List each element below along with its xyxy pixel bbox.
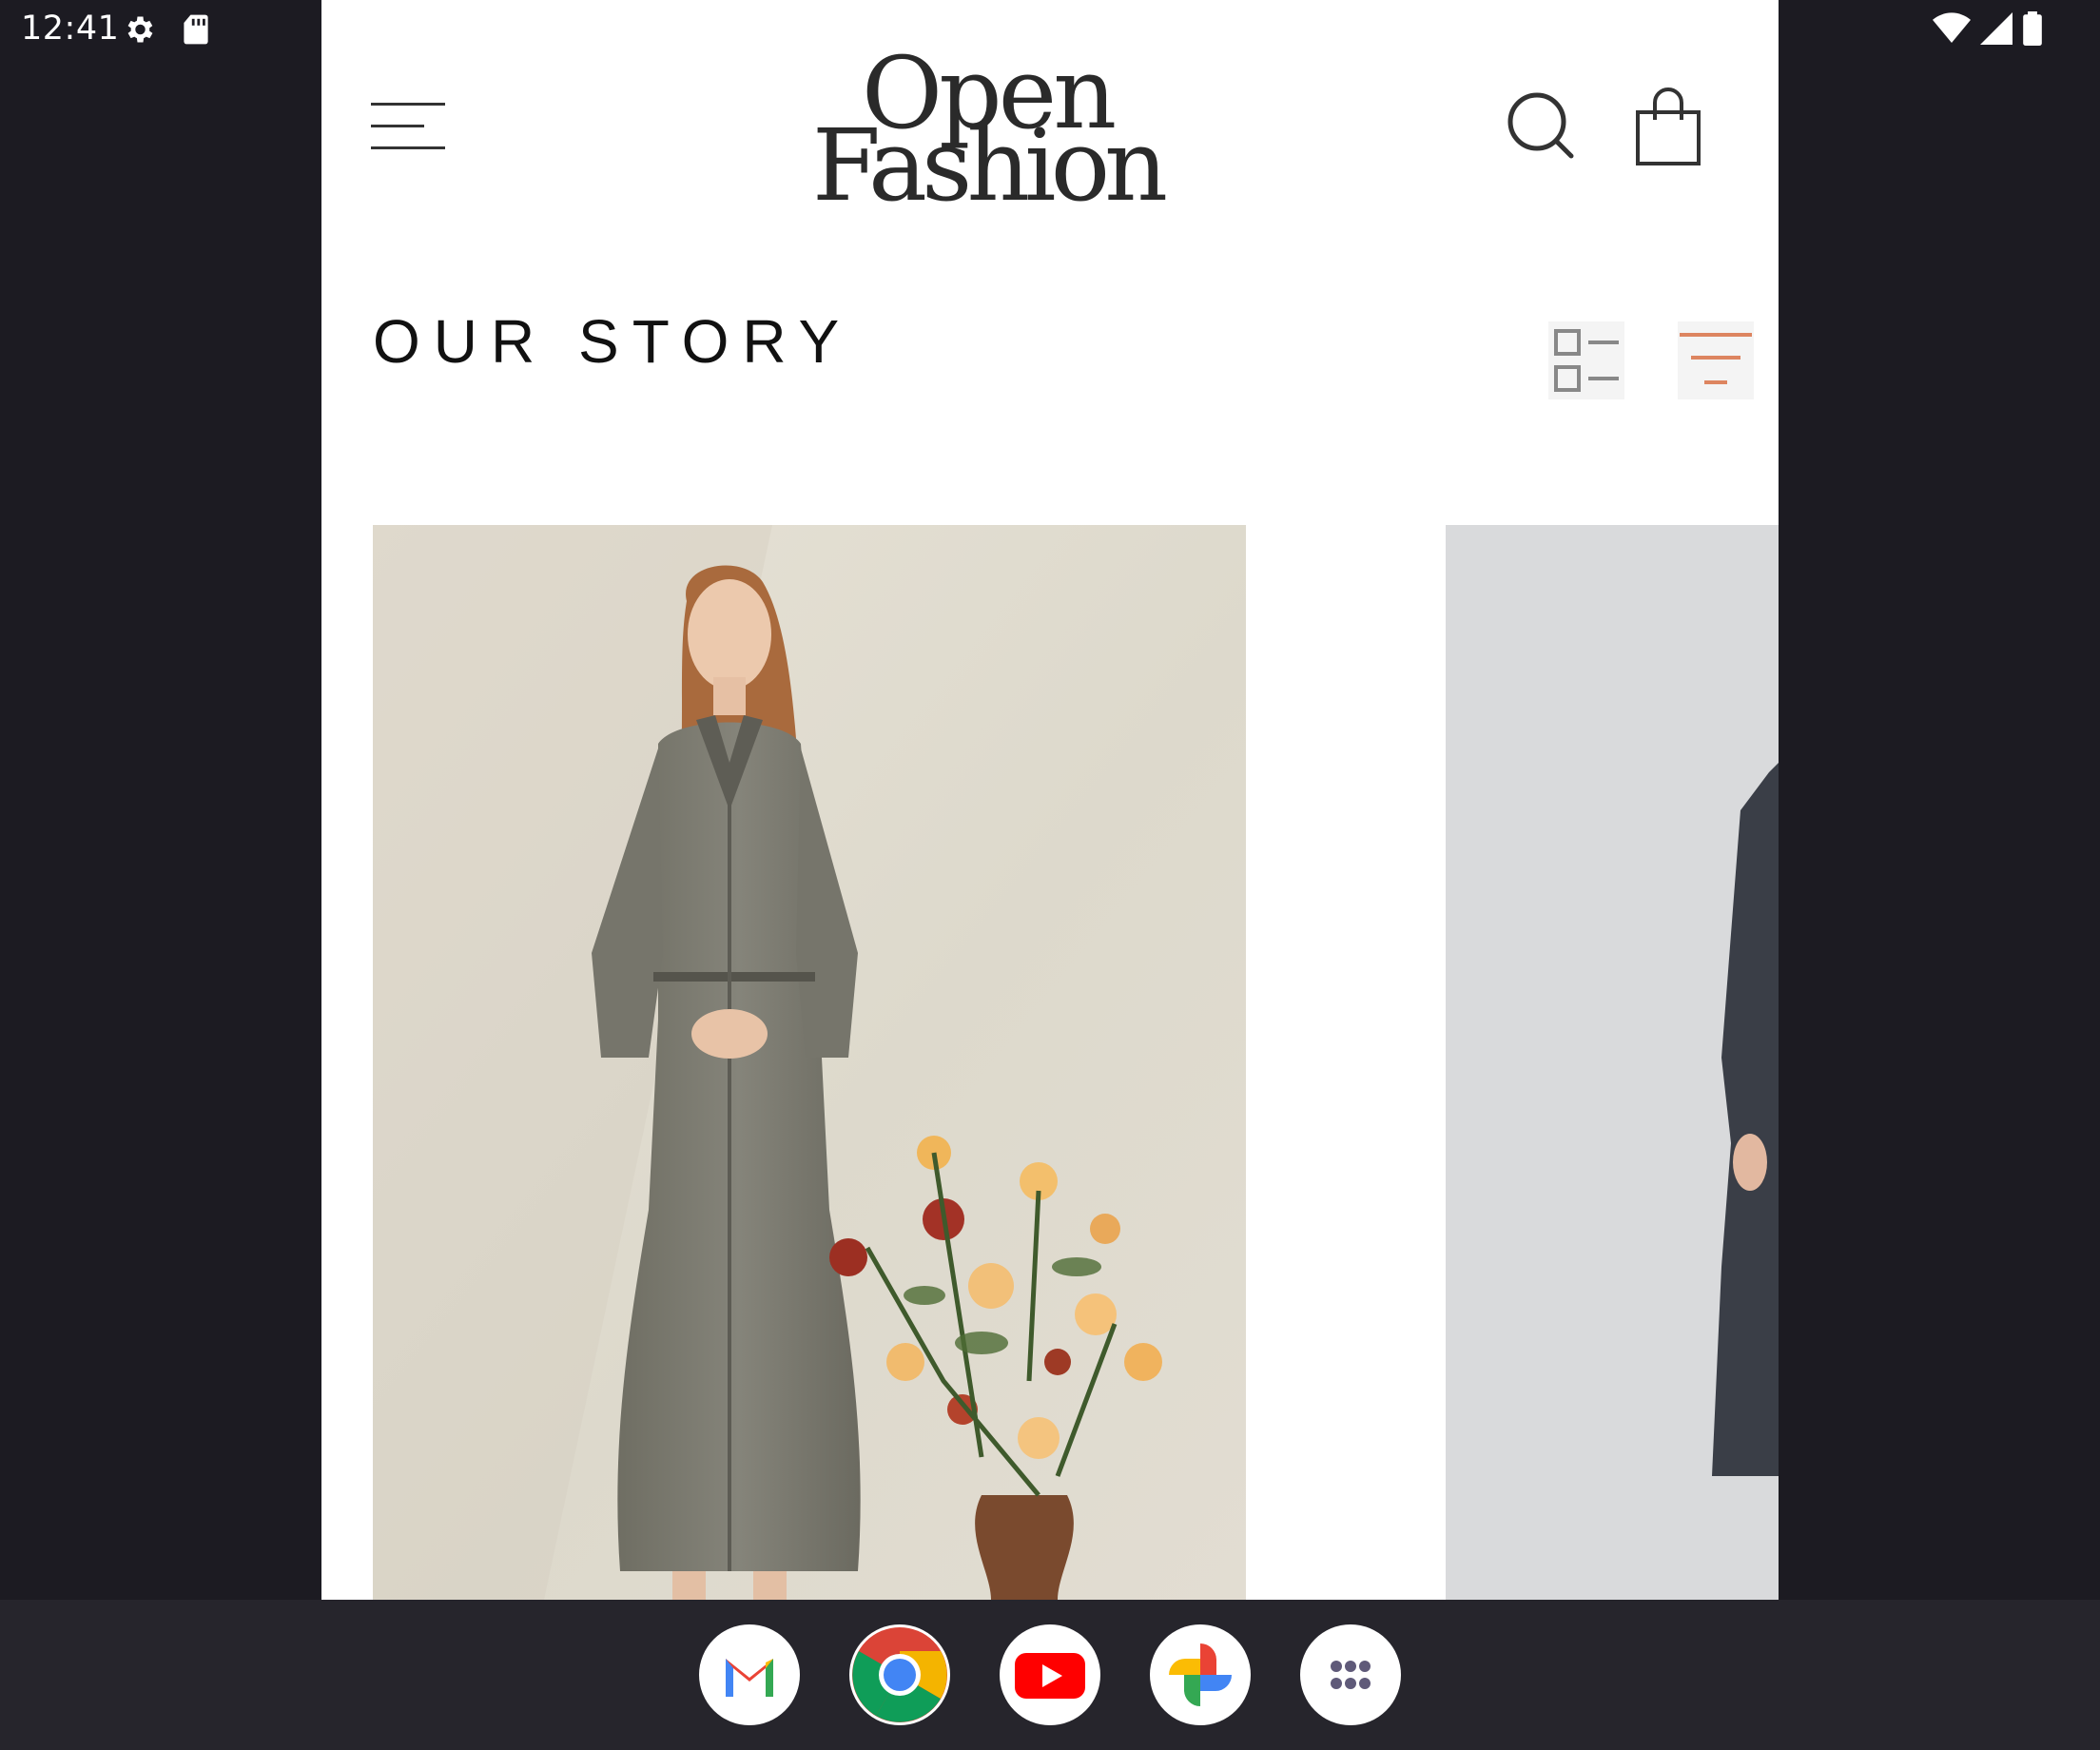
app-drawer-icon[interactable] xyxy=(1300,1624,1401,1725)
model-gray-dress-image xyxy=(373,525,1246,1600)
story-image-card-2[interactable] xyxy=(1446,525,1779,1600)
shopping-bag-icon[interactable] xyxy=(1634,86,1702,167)
list-view-icon[interactable] xyxy=(1548,321,1624,399)
app-dock xyxy=(0,1600,2100,1750)
gear-icon xyxy=(127,16,153,43)
youtube-app-icon[interactable] xyxy=(1000,1624,1100,1725)
status-time: 12:41 xyxy=(21,10,120,48)
model-dark-coat-image xyxy=(1446,525,1779,1600)
section-title: OUR STORY xyxy=(373,307,853,376)
status-icons xyxy=(1933,11,2043,46)
gmail-app-icon[interactable] xyxy=(699,1624,800,1725)
open-fashion-logo[interactable]: Open Fashion xyxy=(788,44,1187,215)
sd-card-icon xyxy=(184,14,208,45)
photos-app-icon[interactable] xyxy=(1150,1624,1251,1725)
story-image-card-1[interactable] xyxy=(373,525,1246,1600)
search-icon[interactable] xyxy=(1505,89,1577,162)
hamburger-menu-icon[interactable] xyxy=(371,99,447,152)
wifi-icon xyxy=(1933,12,1971,44)
battery-icon xyxy=(2023,11,2042,46)
signal-icon xyxy=(1980,12,2012,45)
device-screen: 12:41 Open Fashion OUR STORY xyxy=(0,0,2100,1750)
open-fashion-app: Open Fashion OUR STORY xyxy=(321,0,1779,1600)
chrome-app-icon[interactable] xyxy=(849,1624,950,1725)
logo-line-2: Fashion xyxy=(811,107,1168,224)
filter-icon[interactable] xyxy=(1678,321,1754,399)
